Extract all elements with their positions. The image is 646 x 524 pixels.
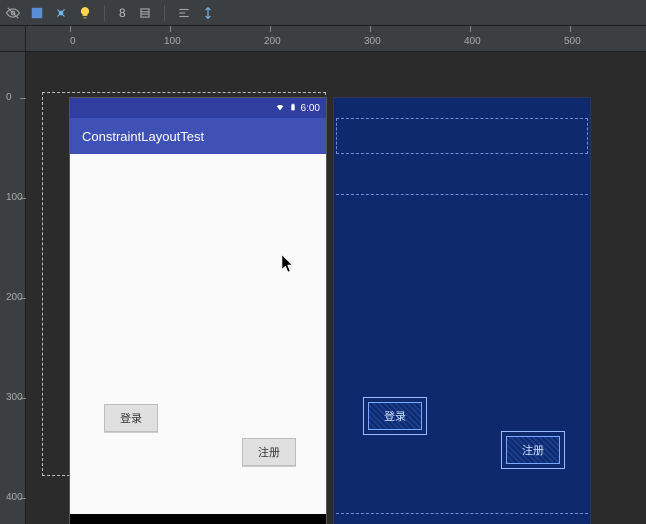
app-title: ConstraintLayoutTest xyxy=(82,129,204,144)
lightbulb-icon[interactable] xyxy=(78,6,92,20)
blueprint-appbar-outline xyxy=(336,118,588,154)
status-time: 6:00 xyxy=(301,103,320,114)
toolbar-separator xyxy=(164,5,165,21)
design-surface[interactable]: 6:00 ConstraintLayoutTest 登录 注册 xyxy=(26,52,646,524)
align-left-icon[interactable] xyxy=(177,6,191,20)
blueprint-register-label: 注册 xyxy=(522,442,544,458)
design-preview-device: 6:00 ConstraintLayoutTest 登录 注册 xyxy=(70,98,326,524)
app-bar: ConstraintLayoutTest xyxy=(70,118,326,154)
toolbar-separator xyxy=(104,5,105,21)
default-margin-value[interactable]: 8 xyxy=(117,6,128,20)
blueprint-guideline xyxy=(336,513,588,514)
ruler-h-label: 100 xyxy=(164,36,181,47)
blueprint-login-label: 登录 xyxy=(384,408,406,424)
autoconnect-icon[interactable] xyxy=(54,6,68,20)
design-canvas: 0 100 200 300 400 500 0 100 200 300 400 … xyxy=(0,26,646,524)
ruler-corner xyxy=(0,26,26,52)
eye-off-icon[interactable] xyxy=(6,6,20,20)
margin-dropdown-icon[interactable] xyxy=(138,6,152,20)
blueprint-register-button[interactable]: 注册 xyxy=(506,436,560,464)
ruler-v-label: 200 xyxy=(6,292,23,303)
wifi-icon xyxy=(275,102,285,115)
register-button-label: 注册 xyxy=(258,444,280,460)
constraint-layout-canvas[interactable]: 登录 注册 xyxy=(70,154,326,514)
ruler-vertical: 0 100 200 300 400 xyxy=(0,52,26,524)
ruler-h-label: 300 xyxy=(364,36,381,47)
blueprint-guideline xyxy=(336,194,588,195)
blueprint-preview-device: 登录 注册 xyxy=(334,98,590,524)
ruler-horizontal: 0 100 200 300 400 500 xyxy=(26,26,646,52)
blueprint-toggle-icon[interactable] xyxy=(30,6,44,20)
login-button-label: 登录 xyxy=(120,410,142,426)
center-vertical-icon[interactable] xyxy=(201,6,215,20)
ruler-h-label: 500 xyxy=(564,36,581,47)
status-bar: 6:00 xyxy=(70,98,326,118)
ruler-v-label: 400 xyxy=(6,492,23,503)
ruler-v-label: 300 xyxy=(6,392,23,403)
layout-toolbar: 8 xyxy=(0,0,646,26)
android-nav-bar xyxy=(70,514,326,524)
ruler-v-label: 100 xyxy=(6,192,23,203)
battery-icon xyxy=(289,102,297,115)
ruler-h-label: 0 xyxy=(70,36,76,47)
ruler-h-label: 400 xyxy=(464,36,481,47)
register-button[interactable]: 注册 xyxy=(242,438,296,466)
login-button[interactable]: 登录 xyxy=(104,404,158,432)
ruler-v-label: 0 xyxy=(6,92,12,103)
blueprint-login-button[interactable]: 登录 xyxy=(368,402,422,430)
ruler-h-label: 200 xyxy=(264,36,281,47)
